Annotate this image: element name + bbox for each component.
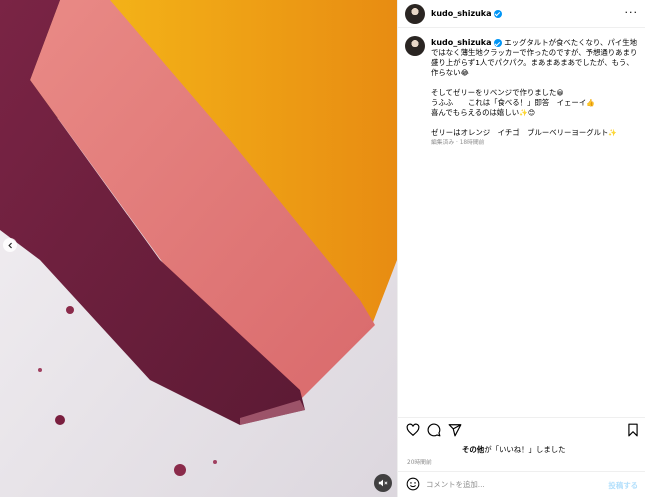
carousel-prev-button[interactable]: [3, 238, 17, 252]
caption-line-5: ゼリーはオレンジ イチゴ ブルーベリーヨーグルト: [431, 128, 609, 137]
caption-line-5-wrap: ゼリーはオレンジ イチゴ ブルーベリーヨーグルト✨: [431, 128, 639, 138]
caption-avatar[interactable]: [405, 36, 425, 56]
likes-others[interactable]: その他: [462, 445, 484, 454]
heart-icon[interactable]: [406, 423, 420, 437]
chevron-left-icon: [7, 242, 12, 248]
action-bar: [398, 417, 645, 443]
post-comment-button[interactable]: 投稿する: [608, 480, 638, 491]
smile-emoji-icon: 😀: [556, 89, 564, 97]
comment-bar: 投稿する: [398, 471, 645, 497]
likes-summary[interactable]: その他が「いいね！」しました: [462, 444, 566, 455]
caption: kudo_shizuka エッグタルトが食べたくなり、パイ生地ではなく薄生地クラ…: [431, 38, 639, 148]
caption-line-2: そしてゼリーをリベンジで作りました: [431, 88, 557, 97]
verified-badge-icon: [493, 9, 502, 18]
grin-emoji-icon: 😂: [460, 69, 469, 77]
verified-badge-icon: [493, 39, 502, 47]
caption-line-4: 喜んでもらえるのは嬉しい: [431, 108, 520, 117]
bookmark-icon[interactable]: [626, 423, 640, 437]
comment-input[interactable]: [426, 480, 596, 489]
username-link[interactable]: kudo_shizuka: [431, 9, 492, 18]
comment-icon[interactable]: [427, 423, 441, 437]
post-photo[interactable]: [0, 0, 397, 497]
sparkle-emoji-icon: ✨: [608, 129, 618, 137]
send-icon[interactable]: [448, 423, 462, 437]
jelly-cake-image: [0, 0, 397, 497]
post-timestamp[interactable]: 20時間前: [407, 457, 432, 466]
likes-text: が「いいね！」しました: [484, 445, 566, 454]
header-user[interactable]: kudo_shizuka: [431, 9, 502, 18]
emoji-icon[interactable]: [406, 477, 420, 491]
more-options-button[interactable]: ···: [625, 7, 639, 18]
caption-line-2-wrap: そしてゼリーをリベンジで作りました😀: [431, 88, 639, 98]
post-detail-panel: kudo_shizuka ··· kudo_shizuka エッグタルトが食べた…: [397, 0, 645, 497]
sparkle-emoji-icon: ✨😊: [519, 109, 536, 117]
caption-meta: 編集済み · 18時間前: [431, 140, 485, 146]
avatar[interactable]: [405, 4, 425, 24]
speaker-muted-icon: [378, 479, 388, 487]
thumb-emoji-icon: 👍: [586, 99, 595, 107]
caption-line-4-wrap: 喜んでもらえるのは嬉しい✨😊: [431, 108, 639, 118]
post-header: kudo_shizuka ···: [398, 0, 645, 28]
more-horizontal-icon: ···: [624, 6, 638, 19]
caption-line-3-wrap: うふふ これは「食べる！」即答 イェーイ👍: [431, 98, 639, 108]
caption-paragraph-1: kudo_shizuka エッグタルトが食べたくなり、パイ生地ではなく薄生地クラ…: [431, 38, 639, 78]
caption-username[interactable]: kudo_shizuka: [431, 38, 492, 47]
caption-line-3: うふふ これは「食べる！」即答 イェーイ: [431, 98, 587, 107]
mute-button[interactable]: [374, 474, 392, 492]
